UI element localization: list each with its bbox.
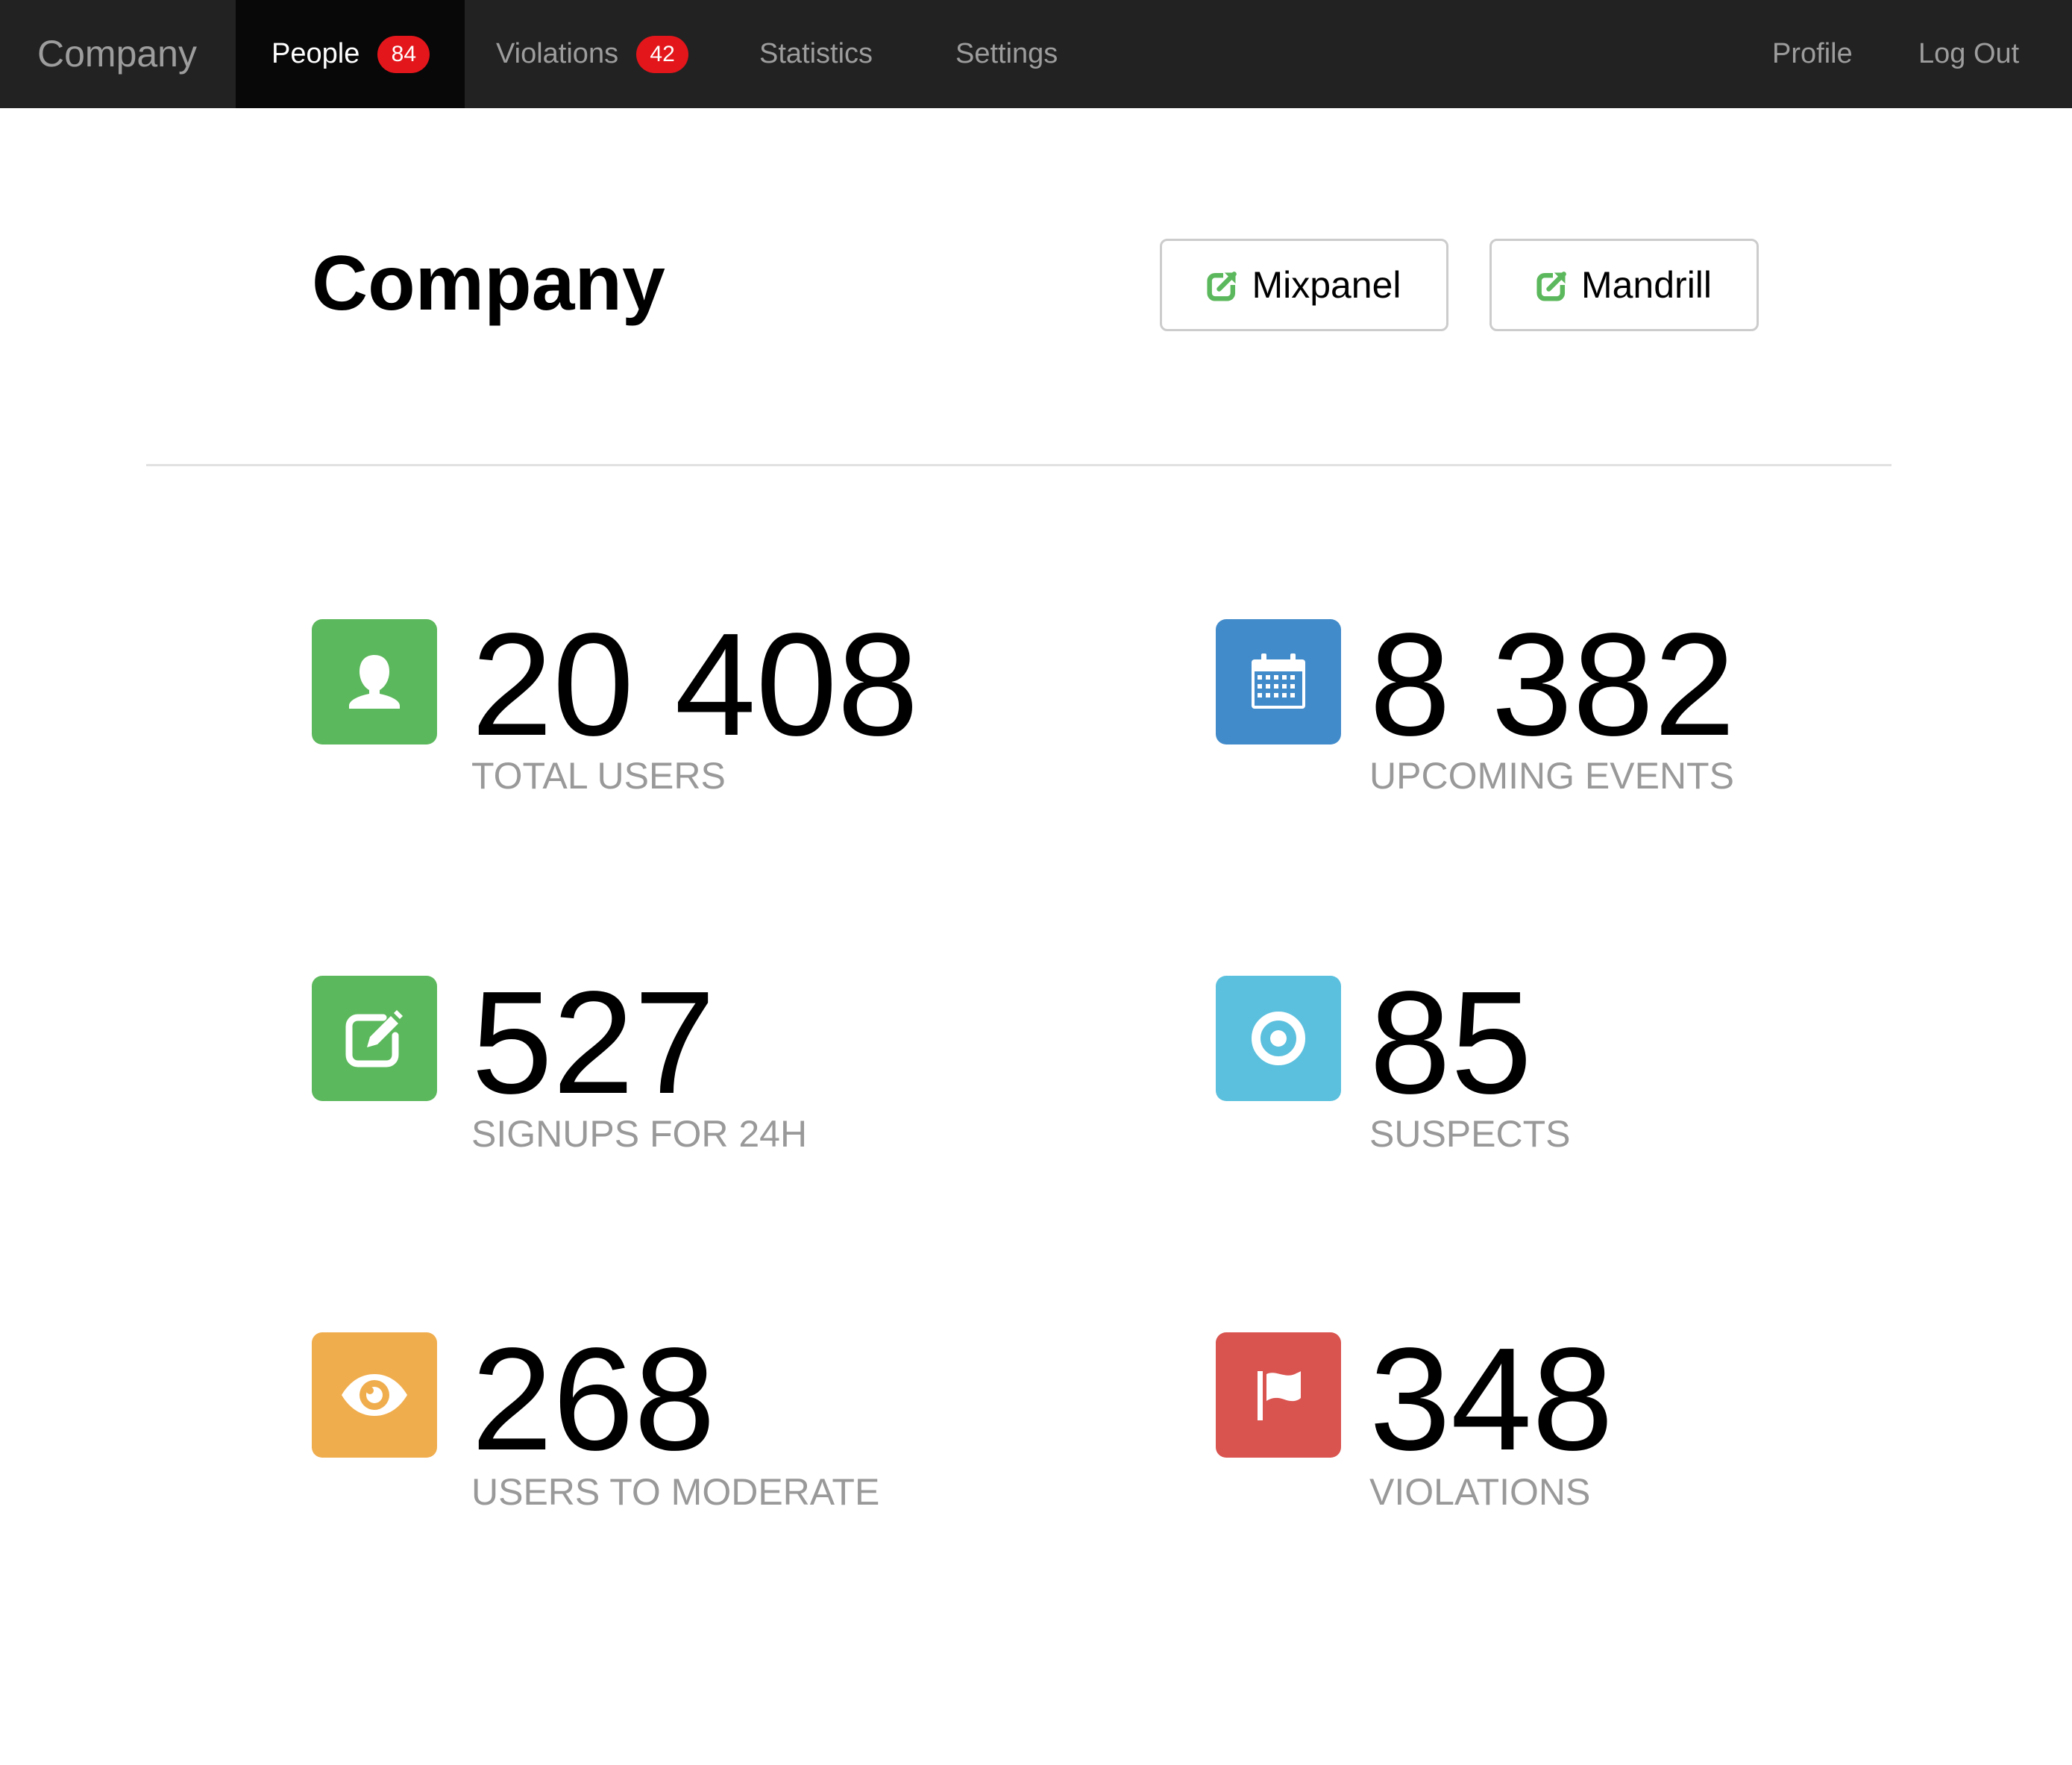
nav-item-profile[interactable]: Profile (1772, 0, 1853, 108)
nav-item-label: Violations (496, 38, 619, 69)
users-to-moderate-label: USERS TO MODERATE (471, 1471, 880, 1513)
nav-item-settings[interactable]: Settings (955, 0, 1058, 108)
user-icon (312, 619, 437, 744)
signups-label: SIGNUPS FOR 24H (471, 1113, 808, 1155)
nav-item-label: Settings (955, 38, 1058, 69)
calendar-icon (1216, 619, 1341, 744)
people-count-badge: 84 (377, 35, 430, 73)
suspects-label: SUSPECTS (1369, 1113, 1571, 1155)
mandrill-button[interactable]: Mandrill (1489, 239, 1759, 331)
brand-logo[interactable]: Company (37, 0, 197, 108)
target-icon (1216, 976, 1341, 1101)
total-users-value: 20 408 (471, 603, 919, 766)
nav-item-people[interactable]: People 84 (236, 0, 465, 108)
external-link-icon (1536, 271, 1567, 301)
nav-item-label: Statistics (759, 38, 873, 69)
nav-item-logout[interactable]: Log Out (1918, 0, 2019, 108)
nav-item-label: Profile (1772, 38, 1853, 69)
page-title: Company (312, 240, 665, 327)
violations-value: 348 (1369, 1317, 1614, 1481)
nav-item-label: People (271, 38, 360, 69)
signups-value: 527 (471, 961, 716, 1124)
top-navbar: Company People 84 Violations 42 Statisti… (0, 0, 2072, 108)
edit-icon (312, 976, 437, 1101)
users-to-moderate-value: 268 (471, 1317, 716, 1481)
nav-item-statistics[interactable]: Statistics (759, 0, 873, 108)
nav-item-violations[interactable]: Violations 42 (496, 0, 689, 108)
flag-icon (1216, 1332, 1341, 1458)
header-divider (146, 464, 1892, 466)
suspects-value: 85 (1369, 961, 1533, 1124)
external-link-icon (1207, 271, 1237, 301)
nav-item-label: Log Out (1918, 38, 2020, 69)
mixpanel-button[interactable]: Mixpanel (1160, 239, 1448, 331)
mandrill-button-label: Mandrill (1580, 264, 1712, 306)
violations-label: VIOLATIONS (1369, 1471, 1591, 1513)
mixpanel-button-label: Mixpanel (1252, 264, 1401, 306)
upcoming-events-label: UPCOMING EVENTS (1369, 755, 1734, 797)
total-users-label: TOTAL USERS (471, 755, 726, 797)
violations-count-badge: 42 (636, 35, 689, 73)
eye-icon (312, 1332, 437, 1458)
upcoming-events-value: 8 382 (1369, 603, 1736, 766)
